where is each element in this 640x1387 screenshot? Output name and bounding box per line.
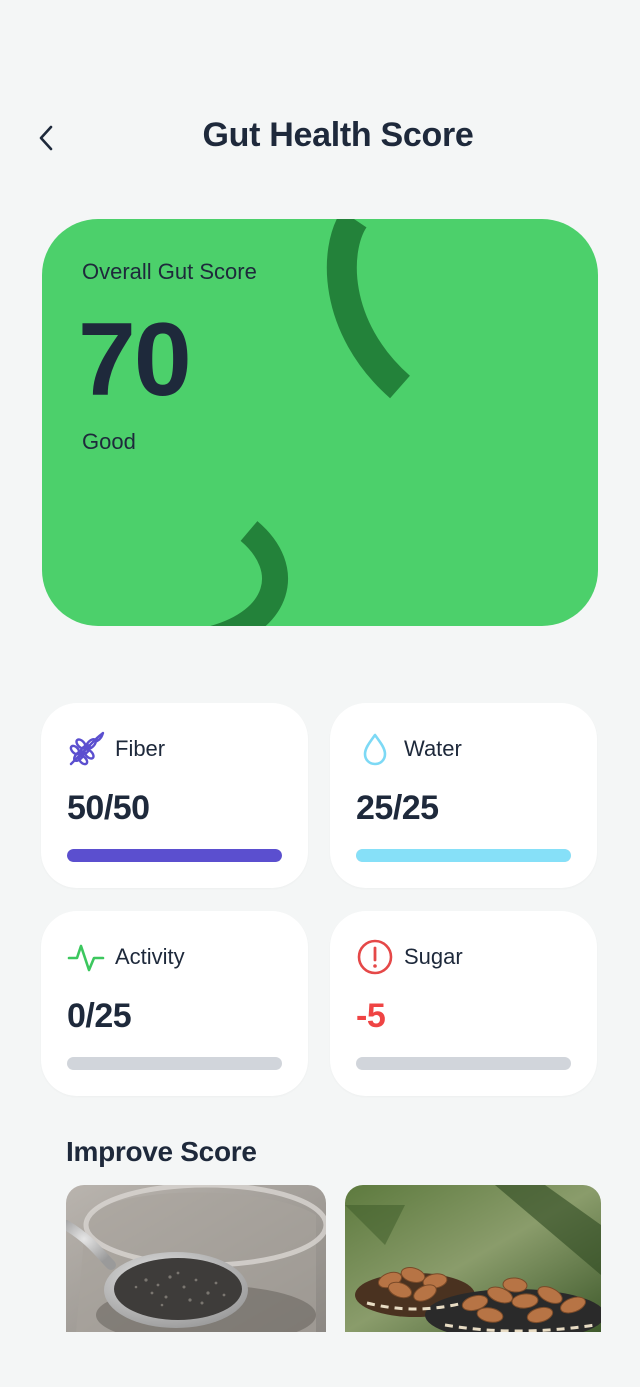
metric-value: 0/25 [67, 997, 132, 1035]
metric-value: 25/25 [356, 789, 439, 827]
metric-card-sugar[interactable]: Sugar -5 [330, 911, 597, 1096]
alert-circle-icon [356, 938, 394, 976]
metric-value: 50/50 [67, 789, 150, 827]
chia-seeds-image[interactable] [66, 1185, 326, 1332]
metric-name: Fiber [115, 736, 166, 761]
score-label: Overall Gut Score [82, 259, 257, 284]
metric-name: Activity [115, 944, 185, 969]
progress-bar [356, 1057, 571, 1070]
metric-name: Water [404, 736, 462, 761]
progress-bar [67, 849, 282, 862]
water-drop-icon [356, 730, 394, 768]
metric-card-fiber[interactable]: Fiber 50/50 [41, 703, 308, 888]
score-value: 70 [78, 302, 192, 418]
overall-score-card[interactable]: Overall Gut Score 70 Good [42, 219, 598, 626]
wheat-icon [67, 730, 105, 768]
progress-bar-fill [67, 849, 282, 862]
metric-name: Sugar [404, 944, 463, 969]
section-title-improve-score: Improve Score [66, 1136, 257, 1167]
progress-bar [67, 1057, 282, 1070]
metric-value: -5 [356, 997, 386, 1035]
progress-bar [356, 849, 571, 862]
metric-card-water[interactable]: Water 25/25 [330, 703, 597, 888]
progress-bar-fill [356, 849, 571, 862]
page-title: Gut Health Score [202, 116, 474, 154]
metric-card-activity[interactable]: Activity 0/25 [41, 911, 308, 1096]
activity-pulse-icon [67, 938, 105, 976]
header: Gut Health Score [0, 100, 640, 176]
almonds-image[interactable] [345, 1185, 601, 1332]
score-status: Good [82, 429, 136, 454]
